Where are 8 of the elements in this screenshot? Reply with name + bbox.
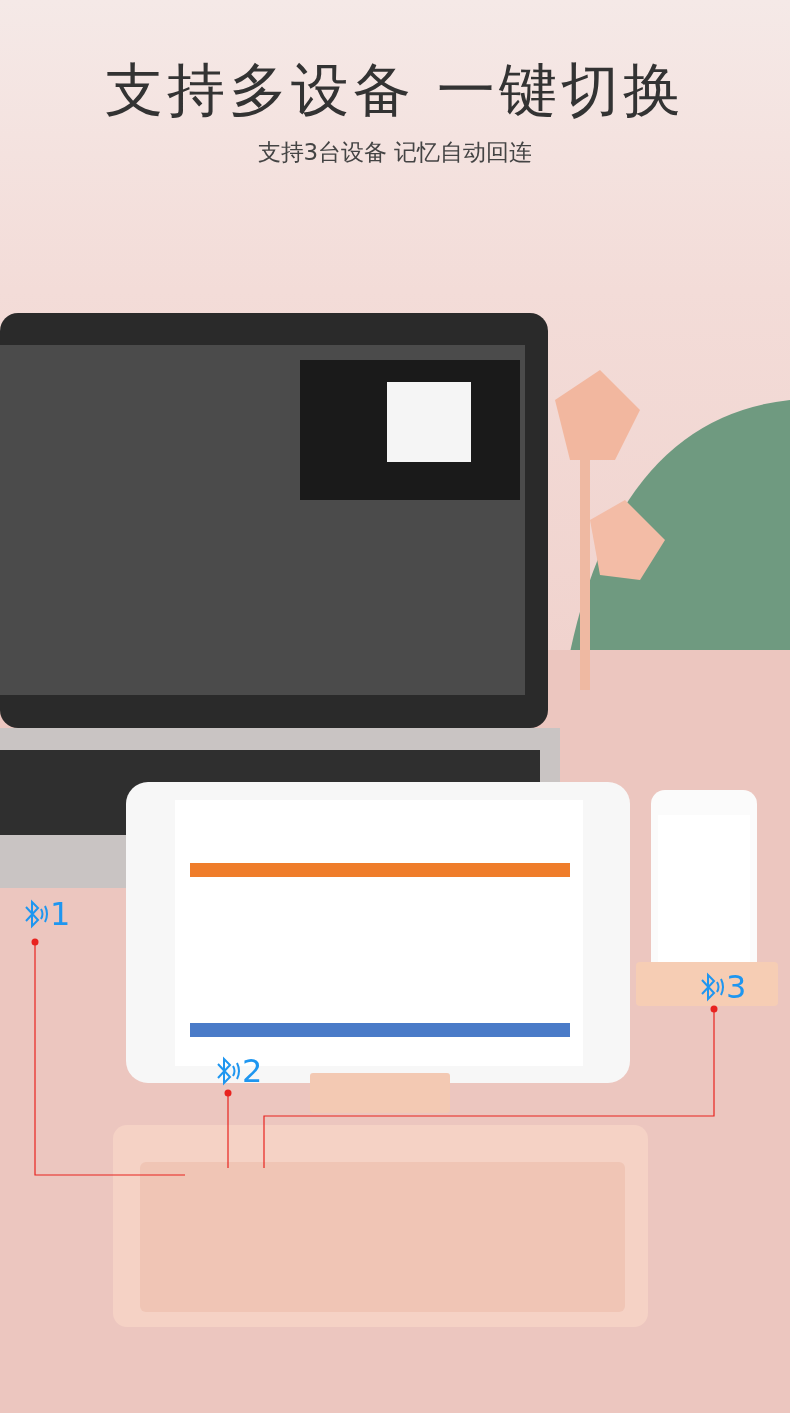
page-subtitle: 支持3台设备 记忆自动回连 bbox=[257, 137, 533, 167]
device-number: 1 bbox=[50, 898, 71, 930]
device-number: 2 bbox=[242, 1055, 263, 1087]
bluetooth-icon bbox=[216, 1055, 242, 1087]
page-title: 支持多设备 一键切换 bbox=[104, 56, 686, 126]
device-number: 3 bbox=[726, 971, 747, 1003]
bluetooth-icon bbox=[700, 971, 726, 1003]
bluetooth-icon bbox=[24, 898, 50, 930]
